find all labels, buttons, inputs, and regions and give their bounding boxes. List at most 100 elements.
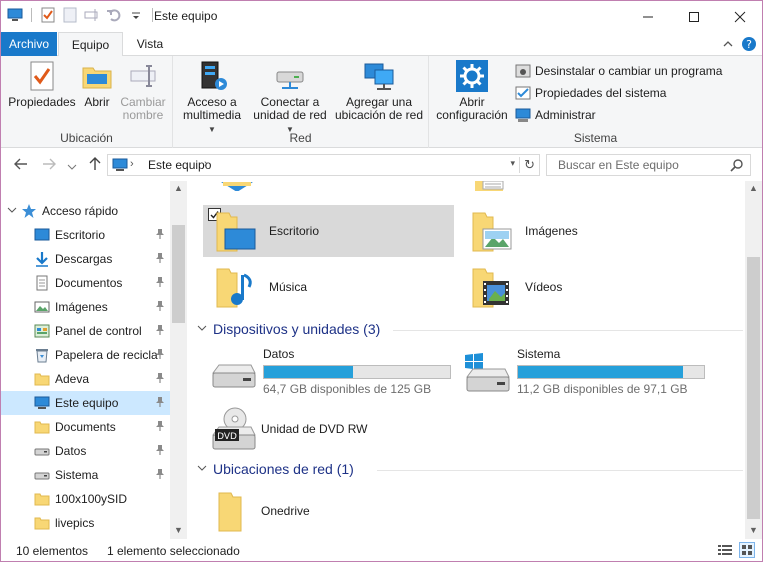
- add-network-label-2: ubicación de red: [334, 108, 424, 122]
- customize-toolbar-icon[interactable]: [128, 7, 144, 23]
- pin-icon[interactable]: [154, 420, 166, 432]
- minimize-button[interactable]: [625, 1, 671, 32]
- pin-icon[interactable]: [154, 396, 166, 408]
- section-header-network[interactable]: Ubicaciones de red (1): [197, 461, 354, 477]
- sidebar-item[interactable]: livepics: [1, 511, 171, 535]
- drive-info: Sistema 11,2 GB disponibles de 97,1 GB: [517, 347, 705, 399]
- pin-icon[interactable]: [154, 300, 166, 312]
- tab-file[interactable]: Archivo: [1, 32, 57, 56]
- scroll-up-icon[interactable]: ▲: [745, 183, 762, 193]
- folder-tile-pictures[interactable]: Imágenes: [461, 205, 712, 257]
- tab-view[interactable]: Vista: [125, 32, 175, 56]
- title-bar: Este equipo: [1, 1, 762, 32]
- network-location-onedrive[interactable]: Onedrive: [209, 485, 459, 537]
- open-settings-button[interactable]: Abrir configuración: [434, 60, 510, 122]
- recent-locations-icon[interactable]: [67, 159, 77, 175]
- sidebar-item[interactable]: Descargas: [1, 247, 171, 271]
- folder-tile-music[interactable]: Música: [203, 261, 454, 313]
- refresh-icon[interactable]: ↻: [519, 157, 535, 173]
- open-button[interactable]: Abrir: [79, 60, 115, 109]
- search-box[interactable]: Buscar en Este equipo: [546, 154, 751, 176]
- recycle-bin-icon: [34, 347, 50, 363]
- sidebar-item[interactable]: Documents: [1, 415, 171, 439]
- sidebar-item-label: Documentos: [55, 276, 123, 290]
- up-arrow-icon[interactable]: [87, 156, 103, 175]
- sidebar-item[interactable]: 100x100ySID: [1, 487, 171, 511]
- new-folder-icon[interactable]: [62, 7, 78, 23]
- address-history-dropdown-icon[interactable]: ▾: [510, 158, 515, 169]
- collapse-ribbon-icon[interactable]: [720, 36, 736, 52]
- pin-icon[interactable]: [154, 252, 166, 264]
- sidebar-item[interactable]: Imágenes: [1, 295, 171, 319]
- sidebar-item[interactable]: Este equipo: [1, 391, 171, 415]
- sidebar-scrollbar-thumb[interactable]: [172, 225, 185, 323]
- close-button[interactable]: [717, 1, 762, 32]
- help-icon[interactable]: ?: [741, 36, 757, 52]
- sidebar-item[interactable]: Datos: [1, 439, 171, 463]
- maximize-button[interactable]: [671, 1, 717, 32]
- section-header-devices[interactable]: Dispositivos y unidades (3): [197, 321, 380, 337]
- properties-icon[interactable]: [40, 7, 56, 23]
- breadcrumb-chevron-icon[interactable]: ›: [204, 158, 208, 170]
- drive-usage-bar: [517, 365, 705, 379]
- forward-arrow-icon[interactable]: [41, 156, 57, 175]
- network-folder-icon: [209, 487, 257, 535]
- scroll-down-icon[interactable]: ▼: [745, 525, 762, 535]
- computer-icon: [34, 395, 50, 411]
- drive-name: Unidad de DVD RW: [261, 422, 368, 436]
- sidebar-item[interactable]: Panel de control: [1, 319, 171, 343]
- drive-icon: [34, 443, 50, 459]
- sidebar-item[interactable]: Adeva: [1, 367, 171, 391]
- system-properties-button[interactable]: Propiedades del sistema: [515, 83, 666, 103]
- sidebar-item[interactable]: Documentos: [1, 271, 171, 295]
- folder-tile-desktop[interactable]: Escritorio: [203, 205, 454, 257]
- add-network-location-button[interactable]: Agregar una ubicación de red: [333, 60, 425, 122]
- sidebar-item-quick-access[interactable]: Acceso rápido: [7, 199, 171, 223]
- uninstall-program-button[interactable]: Desinstalar o cambiar un programa: [515, 61, 722, 81]
- computer-icon[interactable]: [7, 7, 23, 23]
- pictures-folder-icon: [467, 207, 515, 255]
- map-network-drive-button[interactable]: Conectar a unidad de red ▼: [249, 60, 331, 136]
- drive-tile-datos[interactable]: Datos 64,7 GB disponibles de 125 GB: [209, 347, 451, 399]
- control-panel-icon: [34, 323, 50, 339]
- pin-icon[interactable]: [154, 228, 166, 240]
- sidebar-item[interactable]: Sistema: [1, 463, 171, 487]
- manage-button[interactable]: Administrar: [515, 105, 596, 125]
- pin-icon[interactable]: [154, 444, 166, 456]
- search-icon[interactable]: [730, 158, 744, 172]
- breadcrumb-this-pc[interactable]: Este equipo: [148, 158, 211, 172]
- back-arrow-icon[interactable]: [13, 156, 29, 175]
- sidebar-item[interactable]: Papelera de recicla: [1, 343, 171, 367]
- folder-tile-videos[interactable]: Vídeos: [461, 261, 712, 313]
- address-bar[interactable]: › Este equipo › ▾ ↻: [107, 154, 540, 176]
- pin-icon[interactable]: [154, 348, 166, 360]
- tab-computer[interactable]: Equipo: [58, 32, 123, 57]
- drive-tile-sistema[interactable]: Sistema 11,2 GB disponibles de 97,1 GB: [463, 347, 705, 399]
- content-scrollbar[interactable]: ▲ ▼: [745, 181, 762, 539]
- large-icons-view-icon[interactable]: [739, 542, 755, 558]
- group-label-location: Ubicación: [60, 131, 113, 145]
- collapse-chevron-icon[interactable]: [197, 323, 207, 336]
- ribbon-group-network: Acceso a multimedia ▼ Conectar a unidad …: [173, 56, 429, 148]
- properties-button[interactable]: Propiedades: [7, 60, 77, 109]
- collapse-chevron-icon[interactable]: [197, 463, 207, 476]
- scroll-up-icon[interactable]: ▲: [170, 183, 187, 193]
- rename-button[interactable]: Cambiar nombre: [117, 60, 169, 122]
- drive-tile-dvd[interactable]: DVD Unidad de DVD RW: [209, 403, 459, 455]
- pin-icon[interactable]: [154, 324, 166, 336]
- details-view-icon[interactable]: [717, 542, 733, 558]
- sidebar-item-label: Escritorio: [55, 228, 106, 242]
- pin-icon[interactable]: [154, 276, 166, 288]
- breadcrumb-chevron-icon[interactable]: ›: [130, 158, 134, 170]
- sidebar-item[interactable]: Escritorio: [1, 223, 171, 247]
- content-scrollbar-thumb[interactable]: [747, 257, 760, 519]
- media-access-button[interactable]: Acceso a multimedia ▼: [178, 60, 246, 136]
- pin-icon[interactable]: [154, 372, 166, 384]
- search-input[interactable]: Buscar en Este equipo: [558, 158, 679, 172]
- scroll-down-icon[interactable]: ▼: [170, 525, 187, 535]
- media-server-icon: [196, 60, 228, 92]
- pin-icon[interactable]: [154, 468, 166, 480]
- expand-chevron-icon[interactable]: [7, 205, 21, 218]
- sidebar-scrollbar[interactable]: ▲ ▼: [170, 181, 187, 539]
- folder-label: Música: [269, 280, 308, 294]
